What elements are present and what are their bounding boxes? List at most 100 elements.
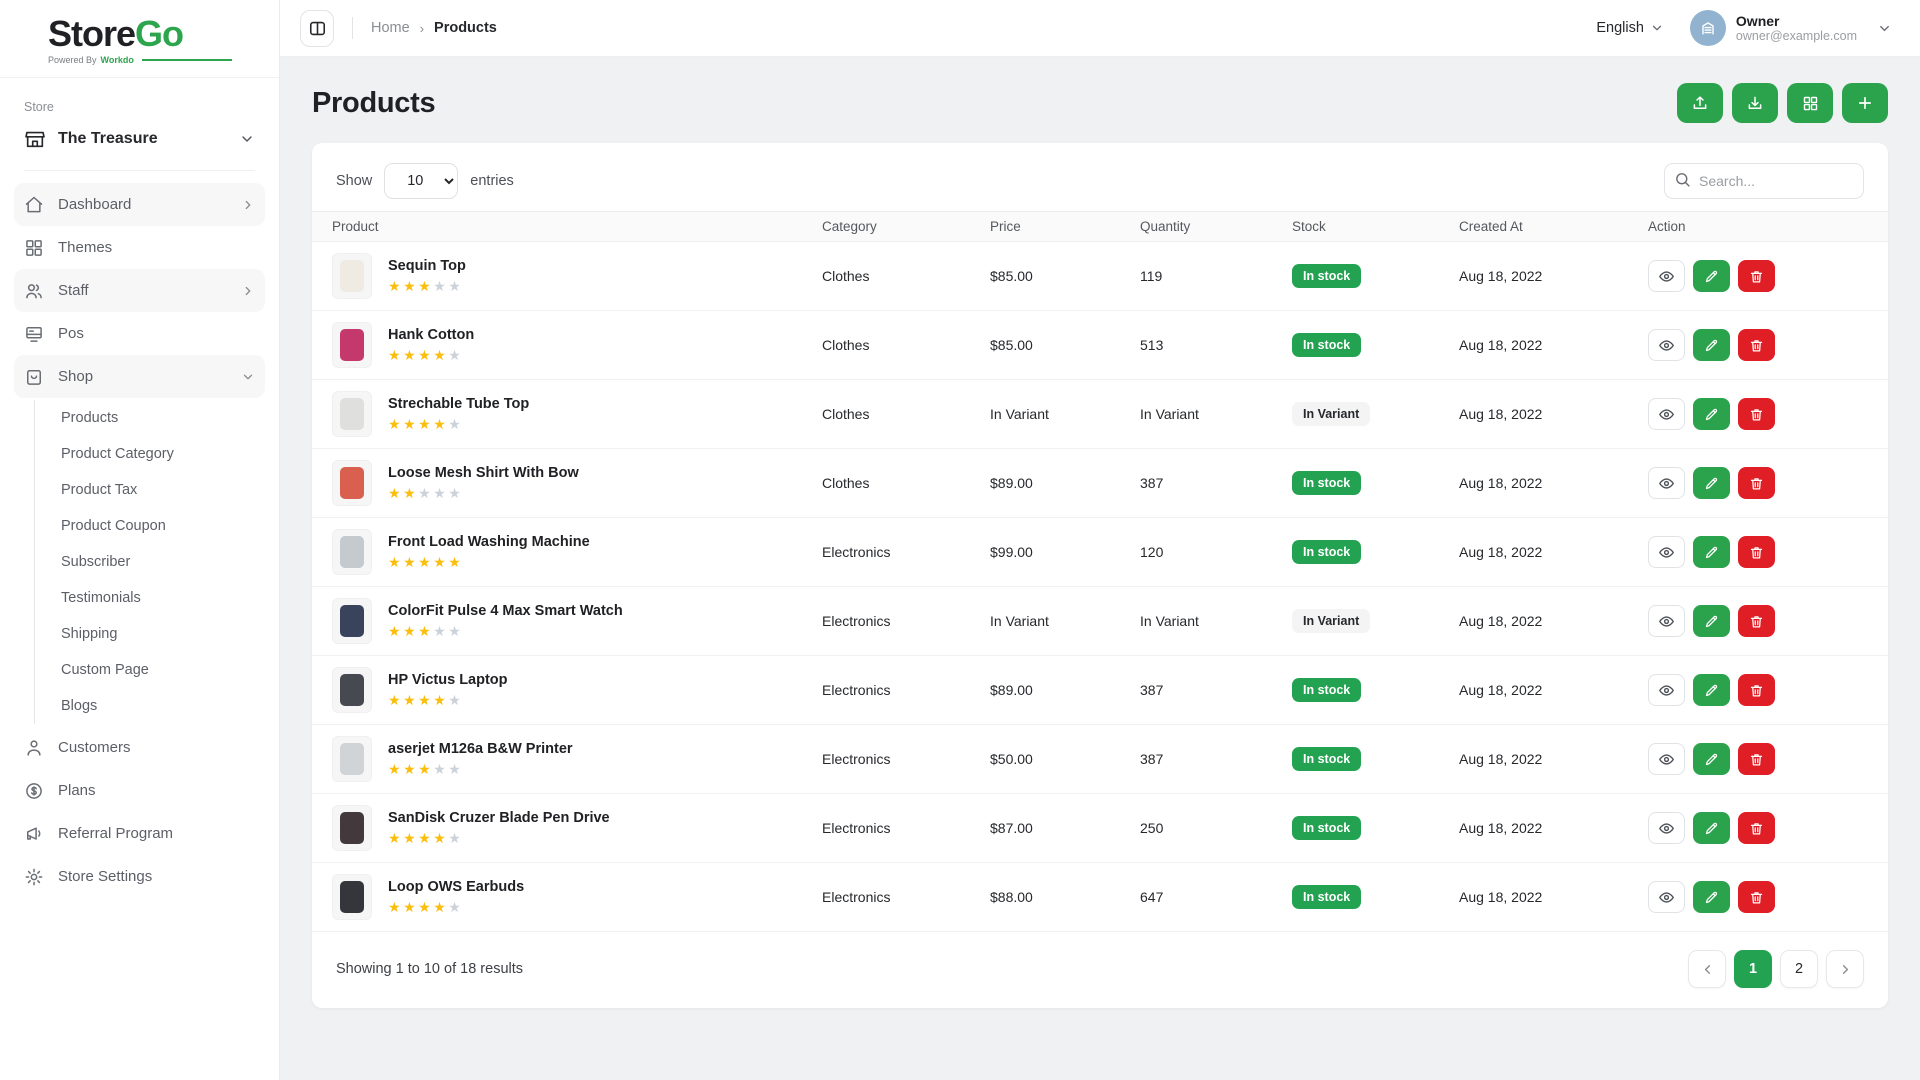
sidebar-item-subscriber[interactable]: Subscriber (61, 544, 265, 580)
created-at-cell: Aug 18, 2022 (1459, 337, 1648, 353)
delete-button[interactable] (1738, 743, 1775, 775)
grid-view-button[interactable] (1787, 83, 1833, 123)
edit-button[interactable] (1693, 536, 1730, 568)
store-name: The Treasure (58, 130, 158, 148)
language-dropdown[interactable]: English (1596, 20, 1664, 36)
sidebar-item-label: Dashboard (58, 196, 131, 213)
sidebar-item-product-coupon[interactable]: Product Coupon (61, 508, 265, 544)
view-button[interactable] (1648, 398, 1685, 430)
export-button[interactable] (1677, 83, 1723, 123)
stock-badge: In stock (1292, 471, 1361, 495)
view-button[interactable] (1648, 467, 1685, 499)
edit-button[interactable] (1693, 881, 1730, 913)
view-button[interactable] (1648, 329, 1685, 361)
topbar: Home › Products English Owner owner@exam… (280, 0, 1920, 57)
sidebar-item-customers[interactable]: Customers (14, 726, 265, 769)
stock-cell: In stock (1292, 885, 1459, 909)
star-icon: ★ (403, 899, 418, 915)
sidebar-toggle-button[interactable] (300, 10, 334, 47)
edit-button[interactable] (1693, 329, 1730, 361)
delete-button[interactable] (1738, 536, 1775, 568)
rating-stars: ★★★★★ (388, 693, 508, 707)
entries-select[interactable]: 10 (384, 163, 458, 199)
star-icon: ★ (433, 623, 448, 639)
view-button[interactable] (1648, 881, 1685, 913)
breadcrumb-current: Products (434, 20, 497, 36)
view-button[interactable] (1648, 674, 1685, 706)
sidebar-item-staff[interactable]: Staff (14, 269, 265, 312)
user-menu[interactable]: Owner owner@example.com (1690, 10, 1892, 46)
logo[interactable]: StoreGo Powered By Workdo (0, 0, 279, 78)
pencil-icon (1704, 683, 1719, 698)
pencil-icon (1704, 614, 1719, 629)
sidebar-item-themes[interactable]: Themes (14, 226, 265, 269)
pagination-page-1-button[interactable]: 1 (1734, 950, 1772, 988)
delete-button[interactable] (1738, 329, 1775, 361)
pagination-prev-button[interactable] (1688, 950, 1726, 988)
sidebar-item-blogs[interactable]: Blogs (61, 688, 265, 724)
edit-button[interactable] (1693, 743, 1730, 775)
delete-button[interactable] (1738, 467, 1775, 499)
sidebar-item-shop[interactable]: Shop (14, 355, 265, 398)
price-cell: $89.00 (990, 682, 1140, 698)
price-cell: $85.00 (990, 337, 1140, 353)
sidebar-item-custom-page[interactable]: Custom Page (61, 652, 265, 688)
view-button[interactable] (1648, 536, 1685, 568)
sidebar-item-product-category[interactable]: Product Category (61, 436, 265, 472)
edit-button[interactable] (1693, 398, 1730, 430)
star-icon: ★ (418, 899, 433, 915)
edit-button[interactable] (1693, 260, 1730, 292)
action-cell (1648, 329, 1888, 361)
view-button[interactable] (1648, 743, 1685, 775)
import-button[interactable] (1732, 83, 1778, 123)
sidebar-item-plans[interactable]: Plans (14, 769, 265, 812)
product-thumbnail (332, 322, 372, 368)
edit-button[interactable] (1693, 674, 1730, 706)
search-input[interactable] (1664, 163, 1864, 199)
avatar (1690, 10, 1726, 46)
edit-button[interactable] (1693, 812, 1730, 844)
edit-button[interactable] (1693, 605, 1730, 637)
stock-badge: In stock (1292, 678, 1361, 702)
delete-button[interactable] (1738, 260, 1775, 292)
trash-icon (1749, 476, 1764, 491)
sidebar-item-referral-program[interactable]: Referral Program (14, 812, 265, 855)
eye-icon (1658, 613, 1675, 630)
show-label: Show (336, 173, 372, 189)
sidebar-item-testimonials[interactable]: Testimonials (61, 580, 265, 616)
delete-button[interactable] (1738, 674, 1775, 706)
product-image (340, 260, 364, 292)
pencil-icon (1704, 821, 1719, 836)
sidebar-item-store-settings[interactable]: Store Settings (14, 855, 265, 898)
star-icon: ★ (388, 554, 403, 570)
pagination-page-2-button[interactable]: 2 (1780, 950, 1818, 988)
breadcrumb-home-link[interactable]: Home (371, 20, 410, 36)
add-product-button[interactable] (1842, 83, 1888, 123)
sidebar-item-shipping[interactable]: Shipping (61, 616, 265, 652)
delete-button[interactable] (1738, 605, 1775, 637)
delete-button[interactable] (1738, 398, 1775, 430)
sidebar-item-pos[interactable]: Pos (14, 312, 265, 355)
sidebar-item-products[interactable]: Products (61, 400, 265, 436)
trash-icon (1749, 890, 1764, 905)
created-at-cell: Aug 18, 2022 (1459, 406, 1648, 422)
stock-cell: In stock (1292, 747, 1459, 771)
stock-cell: In stock (1292, 264, 1459, 288)
star-icon: ★ (403, 692, 418, 708)
star-icon: ★ (433, 416, 448, 432)
pagination-next-button[interactable] (1826, 950, 1864, 988)
quantity-cell: In Variant (1140, 613, 1292, 629)
edit-button[interactable] (1693, 467, 1730, 499)
view-button[interactable] (1648, 260, 1685, 292)
delete-button[interactable] (1738, 812, 1775, 844)
view-button[interactable] (1648, 812, 1685, 844)
product-name: SanDisk Cruzer Blade Pen Drive (388, 811, 610, 827)
product-name: Front Load Washing Machine (388, 535, 590, 551)
sidebar-item-product-tax[interactable]: Product Tax (61, 472, 265, 508)
star-icon: ★ (433, 899, 448, 915)
product-name: Loop OWS Earbuds (388, 880, 524, 896)
sidebar-item-dashboard[interactable]: Dashboard (14, 183, 265, 226)
view-button[interactable] (1648, 605, 1685, 637)
delete-button[interactable] (1738, 881, 1775, 913)
store-selector[interactable]: The Treasure (24, 128, 255, 150)
